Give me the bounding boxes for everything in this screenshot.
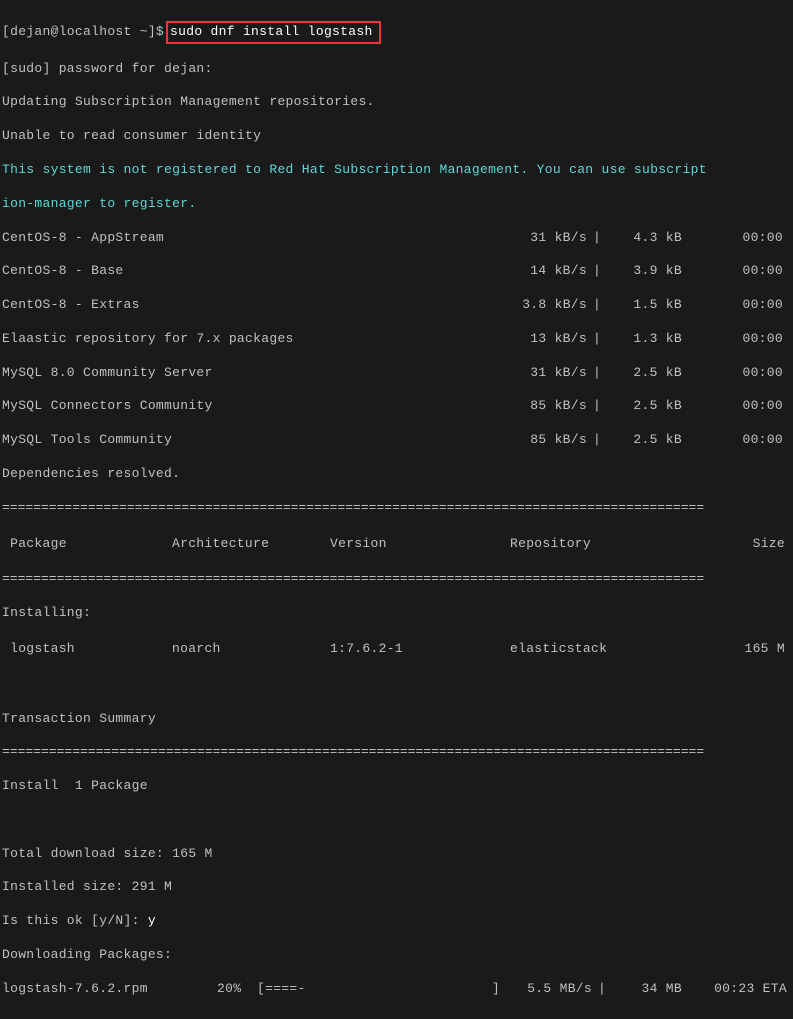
blank-line xyxy=(2,677,791,694)
progress-bar: [====- ] xyxy=(257,981,492,998)
pkg-name: logstash xyxy=(2,641,172,658)
repo-time: 00:00 xyxy=(682,230,791,247)
confirm-label: Is this ok [y/N]: xyxy=(2,913,148,928)
repo-name: MySQL 8.0 Community Server xyxy=(2,365,492,382)
output-line: Updating Subscription Management reposit… xyxy=(2,94,791,111)
repo-time: 00:00 xyxy=(682,365,791,382)
repo-sep: | xyxy=(587,230,607,247)
repo-row: Elaastic repository for 7.x packages13 k… xyxy=(2,331,791,348)
pkg-version: 1:7.6.2-1 xyxy=(330,641,510,658)
separator: ========================================… xyxy=(2,571,791,588)
repo-row: CentOS-8 - AppStream31 kB/s|4.3 kB00:00 xyxy=(2,230,791,247)
warning-line: This system is not registered to Red Hat… xyxy=(2,162,791,179)
pkg-arch: noarch xyxy=(172,641,330,658)
total-download-size: Total download size: 165 M xyxy=(2,846,791,863)
repo-speed: 13 kB/s xyxy=(492,331,587,348)
repo-size: 1.5 kB xyxy=(607,297,682,314)
repo-speed: 31 kB/s xyxy=(492,230,587,247)
progress-percent: 20% xyxy=(217,981,257,998)
repo-name: CentOS-8 - Extras xyxy=(2,297,492,314)
transaction-summary: Transaction Summary xyxy=(2,711,791,728)
table-header: PackageArchitectureVersionRepositorySize xyxy=(2,534,791,555)
repo-sep: | xyxy=(587,331,607,348)
repo-sep: | xyxy=(587,398,607,415)
repo-row: CentOS-8 - Base14 kB/s|3.9 kB00:00 xyxy=(2,263,791,280)
progress-line: logstash-7.6.2.rpm20%[====- ]5.5 MB/s|34… xyxy=(2,981,791,998)
repo-speed: 31 kB/s xyxy=(492,365,587,382)
progress-size: 34 MB xyxy=(612,981,682,998)
progress-file: logstash-7.6.2.rpm xyxy=(2,981,217,998)
progress-speed: 5.5 MB/s xyxy=(492,981,592,998)
sudo-password-line: [sudo] password for dejan: xyxy=(2,61,791,78)
separator: ========================================… xyxy=(2,744,791,761)
shell-prompt: [dejan@localhost ~]$ xyxy=(2,24,164,41)
table-row: logstashnoarch1:7.6.2-1elasticstack165 M xyxy=(2,639,791,660)
downloading-label: Downloading Packages: xyxy=(2,947,791,964)
repo-sep: | xyxy=(587,263,607,280)
repo-size: 2.5 kB xyxy=(607,432,682,449)
installed-size: Installed size: 291 M xyxy=(2,879,791,896)
repo-row: CentOS-8 - Extras3.8 kB/s|1.5 kB00:00 xyxy=(2,297,791,314)
output-line: Dependencies resolved. xyxy=(2,466,791,483)
pkg-size: 165 M xyxy=(710,641,791,658)
repo-speed: 14 kB/s xyxy=(492,263,587,280)
repo-size: 2.5 kB xyxy=(607,398,682,415)
repo-name: CentOS-8 - AppStream xyxy=(2,230,492,247)
warning-line: ion-manager to register. xyxy=(2,196,791,213)
repo-row: MySQL 8.0 Community Server31 kB/s|2.5 kB… xyxy=(2,365,791,382)
repo-time: 00:00 xyxy=(682,263,791,280)
pkg-repo: elasticstack xyxy=(510,641,710,658)
separator: ========================================… xyxy=(2,500,791,517)
repo-row: MySQL Tools Community85 kB/s|2.5 kB00:00 xyxy=(2,432,791,449)
repo-size: 2.5 kB xyxy=(607,365,682,382)
repo-sep: | xyxy=(587,432,607,449)
repo-size: 3.9 kB xyxy=(607,263,682,280)
repo-name: MySQL Tools Community xyxy=(2,432,492,449)
installing-label: Installing: xyxy=(2,605,791,622)
repo-time: 00:00 xyxy=(682,297,791,314)
repo-speed: 85 kB/s xyxy=(492,398,587,415)
repo-name: MySQL Connectors Community xyxy=(2,398,492,415)
progress-eta: 00:23 ETA xyxy=(682,981,791,998)
confirm-answer[interactable]: y xyxy=(148,913,156,928)
repo-size: 1.3 kB xyxy=(607,331,682,348)
terminal-output: [dejan@localhost ~]$sudo dnf install log… xyxy=(0,0,793,1019)
repo-row: MySQL Connectors Community85 kB/s|2.5 kB… xyxy=(2,398,791,415)
repo-speed: 3.8 kB/s xyxy=(492,297,587,314)
highlighted-command: sudo dnf install logstash xyxy=(166,21,381,44)
confirm-prompt: Is this ok [y/N]: y xyxy=(2,913,791,930)
repo-speed: 85 kB/s xyxy=(492,432,587,449)
install-count: Install 1 Package xyxy=(2,778,791,795)
repo-name: CentOS-8 - Base xyxy=(2,263,492,280)
repo-size: 4.3 kB xyxy=(607,230,682,247)
repo-sep: | xyxy=(587,365,607,382)
progress-sep: | xyxy=(592,981,612,998)
output-line: Unable to read consumer identity xyxy=(2,128,791,145)
repo-time: 00:00 xyxy=(682,398,791,415)
prompt-line: [dejan@localhost ~]$sudo dnf install log… xyxy=(2,21,791,44)
repo-sep: | xyxy=(587,297,607,314)
repo-time: 00:00 xyxy=(682,331,791,348)
blank-line xyxy=(2,812,791,829)
repo-name: Elaastic repository for 7.x packages xyxy=(2,331,492,348)
repo-time: 00:00 xyxy=(682,432,791,449)
